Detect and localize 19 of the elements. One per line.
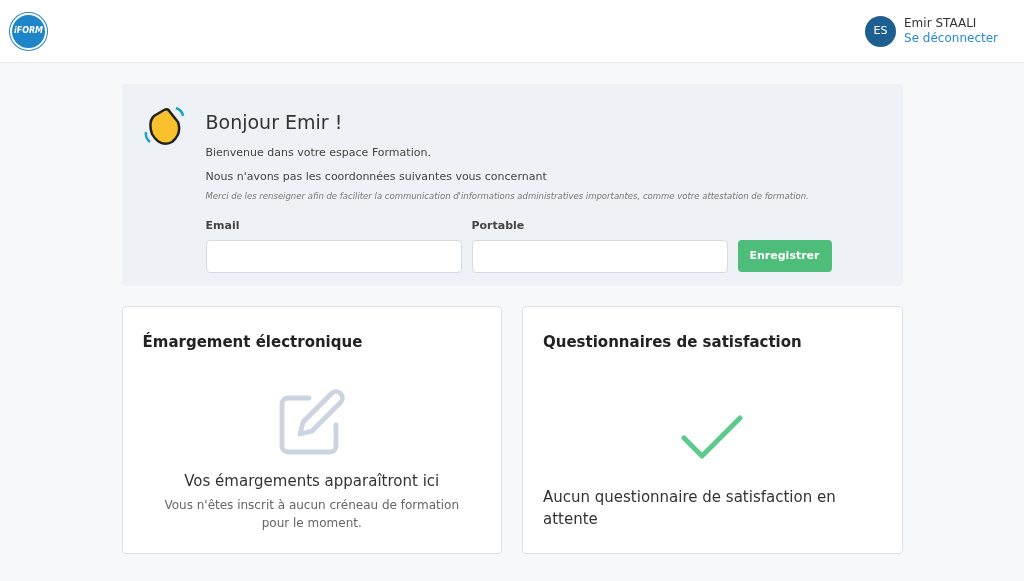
card-message: Vos émargements apparaîtront ici bbox=[184, 470, 440, 492]
save-button[interactable]: Enregistrer bbox=[737, 239, 832, 272]
card-detail: Vous n'êtes inscrit à aucun créneau de formation pour le moment. bbox=[163, 497, 461, 532]
input-field[interactable] bbox=[205, 239, 462, 273]
user-avatar: ES bbox=[865, 15, 897, 47]
logo[interactable]: iFORM bbox=[10, 12, 47, 50]
notice-text: Nous n'avons pas les coordonnées suivantes vous concernant bbox=[205, 169, 548, 185]
field-label: Portable bbox=[471, 218, 526, 235]
card-title: Questionnaires de satisfaction bbox=[543, 332, 802, 353]
input-field[interactable] bbox=[471, 239, 728, 273]
hint-text: Merci de les renseigner afin de faciliter la communication d'informations administratives importantes, comme votre attestation de formation. bbox=[205, 189, 810, 203]
field-label: Email bbox=[205, 218, 241, 235]
greeting-title: Bonjour Emir ! bbox=[205, 110, 344, 135]
card-message: Aucun questionnaire de satisfaction en attente bbox=[543, 486, 837, 530]
welcome-text: Bienvenue dans votre espace Formation. bbox=[205, 144, 432, 161]
user-name: Emir STAALI bbox=[904, 16, 978, 31]
logout-link[interactable]: Se déconnecter bbox=[904, 31, 998, 46]
checkmark-icon bbox=[680, 413, 745, 462]
card-title: Émargement électronique bbox=[142, 331, 363, 353]
